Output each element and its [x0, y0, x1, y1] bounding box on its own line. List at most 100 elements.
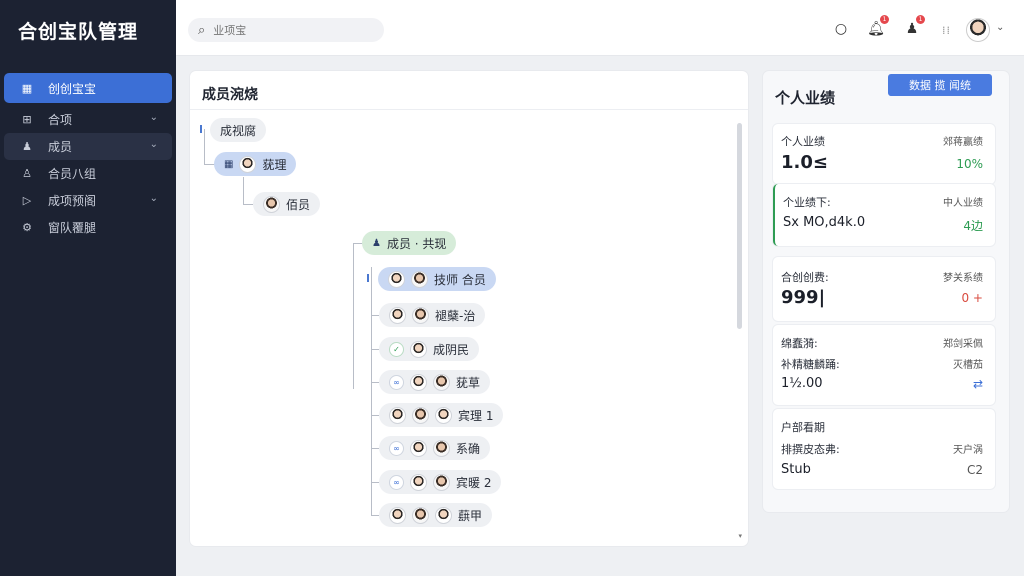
search-input[interactable]	[213, 23, 364, 37]
org-node-g6[interactable]: ∞ 宾暖 2	[379, 470, 502, 494]
avatar	[412, 406, 429, 424]
bell-icon[interactable]: 🔔︎ 1	[867, 15, 889, 38]
notification-badge: 1	[880, 15, 889, 24]
avatar	[433, 473, 450, 491]
chevron-down-icon: ⌄	[149, 112, 158, 123]
org-chart-panel: 成员涴烧 ▾ 成视腐 ▦ 莸理 佰员 ♟ 成员 · 共现 技师 合员 褪蘖-治	[190, 71, 748, 546]
sidebar-item-projects[interactable]: ⊞ 合项 ⌄	[4, 106, 172, 133]
avatar	[263, 195, 280, 213]
page-title: 成员涴烧	[202, 87, 258, 103]
sidebar-item-settings[interactable]: ⚙ 窗队覆腿	[4, 214, 172, 241]
play-icon: ▷	[22, 194, 32, 207]
sidebar-item-members[interactable]: ♟ 成员 ⌄	[4, 133, 172, 160]
expand-marker[interactable]	[200, 125, 205, 133]
org-node-group[interactable]: ♟ 成员 · 共现	[362, 231, 457, 255]
team-icon: ♟	[372, 237, 381, 249]
connector-line	[371, 349, 379, 350]
org-node-g3[interactable]: ∞ 莸草	[379, 370, 491, 394]
avatar	[410, 473, 427, 491]
avatar	[410, 439, 427, 457]
avatar	[435, 406, 452, 424]
chevron-down-icon[interactable]: ⌄	[996, 22, 1004, 33]
scrollbar[interactable]	[737, 123, 742, 329]
sidebar-item-label: 窗队覆腿	[48, 221, 97, 235]
avatar	[411, 270, 428, 288]
connector-line	[353, 243, 354, 389]
avatar	[388, 270, 405, 288]
sidebar-item-label: 创创宝宝	[48, 81, 97, 96]
connector-line	[243, 204, 253, 205]
expand-marker[interactable]	[367, 274, 372, 282]
avatar	[239, 155, 257, 173]
sidebar-nav: ▦ 创创宝宝 ⊞ 合项 ⌄ ♟ 成员 ⌄ ♙ 合员八组 ▷ 成项预阁 ⌄ ⚙ 窗…	[4, 73, 172, 241]
sidebar-item-forecast[interactable]: ▷ 成项预阁 ⌄	[4, 187, 172, 214]
connector-line	[243, 177, 244, 205]
avatar	[435, 506, 452, 524]
data-report-button[interactable]: 数据 揽 闻统	[888, 74, 992, 96]
user-badge: 1	[916, 15, 925, 24]
sidebar-item-groups[interactable]: ♙ 合员八组	[4, 160, 172, 187]
link-icon: ∞	[389, 374, 404, 390]
org-node-g1[interactable]: 褪蘖-治	[379, 303, 486, 327]
org-node-g7[interactable]: 蕻甲	[379, 503, 493, 527]
topbar: ⌕ ○ 🔔︎1 ♟1 ⁞⁞ ⌄	[176, 0, 1024, 56]
table-icon: ⊞	[22, 113, 32, 126]
metric-card[interactable]: 个业绩下: 中人业绩 Sx MO,d4k.0 4边	[773, 184, 995, 246]
org-node-member[interactable]: 佰员	[253, 192, 321, 216]
connector-line	[371, 267, 372, 516]
person-icon: ♟	[22, 140, 32, 153]
scroll-down-icon[interactable]: ▾	[738, 532, 742, 540]
sidebar-item-label: 成项预阁	[48, 194, 97, 208]
connector-line	[371, 482, 379, 483]
avatar	[433, 439, 450, 457]
org-node-root[interactable]: 成视腐	[210, 118, 267, 142]
avatar	[410, 373, 427, 391]
user-icon[interactable]: ♟ 1	[903, 15, 925, 38]
org-node-lead[interactable]: ▦ 莸理	[214, 152, 297, 176]
panel-title: 个人业绩	[775, 89, 836, 107]
performance-panel: 数据 揽 闻统 个人业绩 个人业绩 郊蒋赢绩 1.0≤ 10% 个业绩下: 中人…	[763, 71, 1009, 512]
connector-line	[371, 382, 379, 383]
apps-icon[interactable]: ⁞⁞	[942, 24, 951, 37]
search-icon: ⌕	[198, 22, 206, 38]
avatar	[389, 506, 406, 524]
connector-line	[371, 515, 379, 516]
avatar	[412, 506, 429, 524]
link-icon: ∞	[389, 474, 404, 490]
sidebar-item-label: 成员	[48, 140, 73, 154]
sidebar-item-label: 合项	[48, 113, 73, 127]
gear-icon: ⚙	[22, 221, 32, 234]
metric-card[interactable]: 户部看期 排撰皮态弗: 天户涡 Stub C2	[773, 409, 995, 489]
search-icon[interactable]: ○	[832, 20, 850, 38]
sidebar: 合创宝队管理 ▦ 创创宝宝 ⊞ 合项 ⌄ ♟ 成员 ⌄ ♙ 合员八组 ▷ 成项预…	[0, 0, 176, 576]
avatar	[389, 406, 406, 424]
link-icon: ∞	[389, 440, 404, 456]
org-node-g0[interactable]: 技师 合员	[378, 267, 496, 291]
divider	[190, 109, 748, 110]
avatar	[389, 306, 406, 324]
avatar[interactable]	[966, 18, 990, 42]
org-node-g5[interactable]: ∞ 系确	[379, 436, 491, 460]
grid-icon: ▦	[21, 81, 33, 95]
metric-card[interactable]: 合创创费: 梦关系绩 999| 0 +	[773, 257, 995, 321]
chevron-down-icon: ⌄	[149, 193, 158, 204]
avatar	[412, 306, 429, 324]
app-title: 合创宝队管理	[18, 21, 139, 43]
search-box[interactable]: ⌕	[188, 18, 384, 42]
check-icon: ✓	[389, 341, 404, 357]
org-node-g4[interactable]: 宾理 1	[379, 403, 504, 427]
sidebar-item-label: 合员八组	[48, 167, 97, 181]
connector-line	[371, 448, 379, 449]
sidebar-item-dashboard[interactable]: ▦ 创创宝宝	[4, 73, 172, 103]
org-node-g2[interactable]: ✓ 成阴民	[379, 337, 480, 361]
avatar	[433, 373, 450, 391]
avatar	[410, 340, 427, 358]
connector-line	[371, 415, 379, 416]
connector-line	[204, 129, 205, 165]
grid-icon: ▦	[224, 158, 234, 170]
chevron-down-icon: ⌄	[149, 139, 158, 150]
metric-card[interactable]: 个人业绩 郊蒋赢绩 1.0≤ 10%	[773, 124, 995, 184]
user-icon: ♙	[22, 167, 32, 180]
metric-card[interactable]: 绵蠢漪: 郑剑采佩 补精糖麟踊: 灭槽茄 1½.00 ⇄	[773, 325, 995, 405]
connector-line	[371, 315, 379, 316]
